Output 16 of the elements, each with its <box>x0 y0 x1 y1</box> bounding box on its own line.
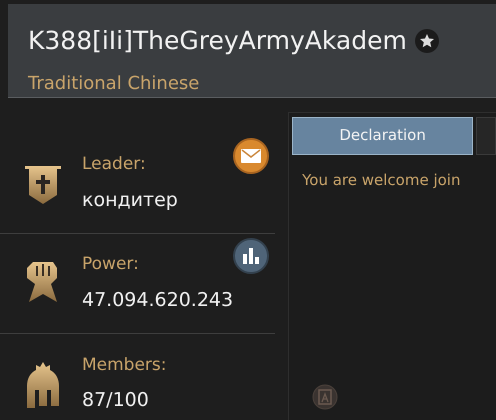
language-label: Traditional Chinese <box>28 72 200 96</box>
stat-value: 47.094.620.243 <box>82 288 234 312</box>
alliance-name: K388[iIi]TheGreyArmyAkadem <box>28 25 407 57</box>
tab[interactable]: Declaration <box>292 116 474 154</box>
stat-value: 87/100 <box>82 388 150 413</box>
stat-label: Members: <box>82 354 168 376</box>
translate-icon[interactable] <box>312 384 338 410</box>
mail-button[interactable] <box>233 138 270 174</box>
declaration-text: You are welcome join <box>302 170 462 190</box>
stat-label: Leader: <box>82 153 147 176</box>
envelope-icon <box>241 148 262 162</box>
stat-value: кондитер <box>82 188 179 212</box>
helmet-icon <box>25 360 61 408</box>
bar-chart-icon <box>242 248 260 264</box>
stat-label: Power: <box>82 253 140 276</box>
ranking-button[interactable] <box>233 238 270 274</box>
